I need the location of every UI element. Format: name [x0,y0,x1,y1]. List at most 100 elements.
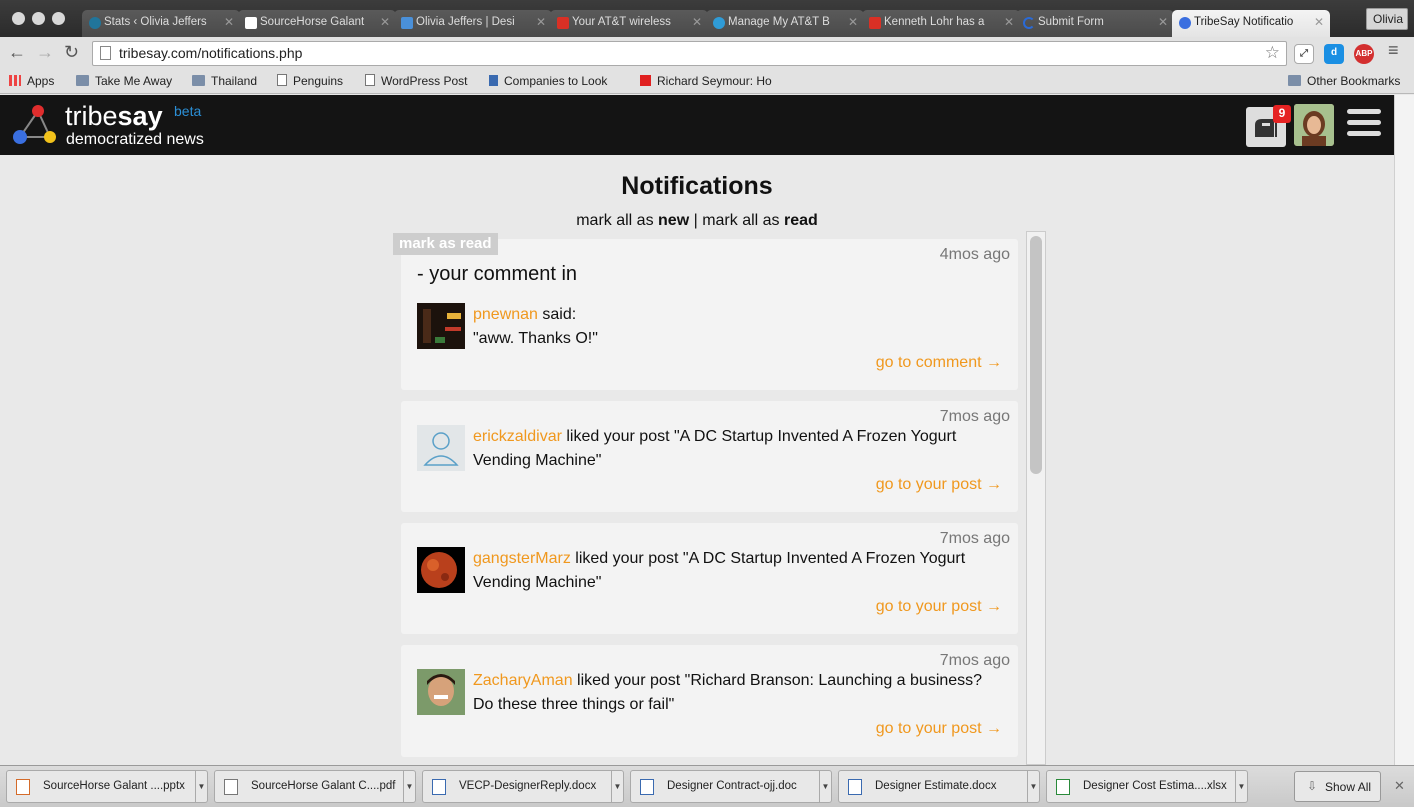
forward-icon[interactable]: → [36,42,54,63]
browser-tab[interactable]: SourceHorse Galant ✕ [238,10,396,37]
bookmark-item[interactable]: WordPress Post [365,74,467,88]
show-all-downloads-button[interactable]: ⇩ Show All [1294,771,1381,802]
download-item[interactable]: SourceHorse Galant C....pdf ▼ [214,770,416,803]
att-icon [713,17,725,29]
folder-icon [1288,75,1301,86]
close-tab-icon[interactable]: ✕ [224,15,234,29]
notifications-scrollbar[interactable] [1026,231,1046,765]
bookmark-label: Other Bookmarks [1307,74,1401,88]
bookmark-label: Companies to Look [504,74,608,88]
user-thumbnail[interactable] [417,669,465,715]
user-thumbnail[interactable] [417,303,465,349]
close-tab-icon[interactable]: ✕ [692,15,702,29]
username-link[interactable]: gangsterMarz [473,550,571,567]
tab-label: Manage My AT&T B [728,16,830,28]
browser-tab[interactable]: Your AT&T wireless ✕ [550,10,708,37]
browser-tab[interactable]: Stats ‹ Olivia Jeffers ✕ [82,10,240,37]
brand-part: tribe [65,101,118,131]
browser-tab-active[interactable]: TribeSay Notificatio ✕ [1172,10,1330,37]
chevron-down-icon[interactable]: ▼ [611,771,623,802]
bookmark-star-icon[interactable]: ☆ [1265,43,1280,63]
chevron-down-icon[interactable]: ▼ [1235,771,1247,802]
page-scrollbar[interactable] [1394,95,1414,765]
tab-label: Stats ‹ Olivia Jeffers [104,16,207,28]
zoom-window-button[interactable] [52,12,65,25]
link-keyword: new [658,212,690,229]
address-bar[interactable]: tribesay.com/notifications.php ☆ [92,41,1287,66]
chevron-down-icon[interactable]: ▼ [819,771,831,802]
notification-badge: 9 [1273,105,1291,123]
brand-name[interactable]: tribesay [65,101,163,132]
close-tab-icon[interactable]: ✕ [848,15,858,29]
mark-all-read-link[interactable]: mark all as read [702,212,818,229]
adblock-icon[interactable]: ABP [1354,44,1374,64]
d-extension-icon[interactable]: d [1324,44,1344,64]
download-shelf: SourceHorse Galant ....pptx ▼ SourceHors… [0,765,1414,807]
close-tab-icon[interactable]: ✕ [536,15,546,29]
user-avatar[interactable] [1294,104,1334,146]
bookmark-label: Thailand [211,74,258,88]
bookmark-item[interactable]: Companies to Look [489,74,607,88]
apps-grid-icon [9,75,21,86]
tab-label: Submit Form [1038,16,1104,28]
grid-icon [401,17,413,29]
go-to-post-link[interactable]: go to your post → [876,720,1002,738]
other-bookmarks[interactable]: Other Bookmarks [1288,74,1400,88]
download-filename: Designer Cost Estima....xlsx [1083,780,1227,792]
separator: | [689,212,703,229]
chevron-down-icon[interactable]: ▼ [1027,771,1039,802]
bookmark-apps[interactable]: Apps [9,74,54,88]
username-link[interactable]: erickzaldivar [473,428,562,445]
tribesay-logo[interactable] [10,103,58,149]
mark-all-new-link[interactable]: mark all as new [576,212,689,229]
chrome-menu-icon[interactable]: ≡ [1388,40,1399,61]
download-item[interactable]: Designer Cost Estima....xlsx ▼ [1046,770,1248,803]
user-thumbnail[interactable] [417,547,465,593]
go-to-post-link[interactable]: go to your post → [876,598,1002,616]
username-link[interactable]: ZacharyAman [473,672,573,689]
reload-icon[interactable]: ↻ [64,42,79,63]
download-filename: VECP-DesignerReply.docx [459,780,597,792]
mark-all-links: mark all as new | mark all as read [401,212,993,230]
notification-card: 7mos ago gangsterMarz liked your post "A… [401,523,1018,634]
close-tab-icon[interactable]: ✕ [1314,15,1324,29]
go-to-post-link[interactable]: go to your post → [876,476,1002,494]
username-link[interactable]: pnewnan [473,306,538,323]
timestamp: 7mos ago [939,408,1010,425]
close-window-button[interactable] [12,12,25,25]
pdf-file-icon [224,779,238,795]
default-avatar-icon[interactable] [417,425,465,471]
download-item[interactable]: Designer Estimate.docx ▼ [838,770,1040,803]
browser-tab[interactable]: Kenneth Lohr has a ✕ [862,10,1020,37]
notification-body: erickzaldivar liked your post "A DC Star… [473,425,993,473]
t-logo-icon [640,75,651,86]
browser-tab[interactable]: Olivia Jeffers | Desi ✕ [394,10,552,37]
chevron-down-icon[interactable]: ▼ [195,771,207,802]
site-header: tribesay beta democratized news 9 [0,95,1394,155]
close-tab-icon[interactable]: ✕ [1158,15,1168,29]
download-item[interactable]: SourceHorse Galant ....pptx ▼ [6,770,208,803]
close-icon[interactable]: ✕ [1394,778,1405,794]
back-icon[interactable]: ← [8,42,26,63]
mark-as-read-button[interactable]: mark as read [393,233,498,255]
xlsx-file-icon [1056,779,1070,795]
bookmark-item[interactable]: Penguins [277,74,343,88]
extension-icon[interactable]: ⤢ [1294,44,1314,64]
browser-tab[interactable]: Manage My AT&T B ✕ [706,10,864,37]
close-tab-icon[interactable]: ✕ [380,15,390,29]
close-tab-icon[interactable]: ✕ [1004,15,1014,29]
download-item[interactable]: Designer Contract-ojj.doc ▼ [630,770,832,803]
scrollbar-thumb[interactable] [1030,236,1042,474]
hamburger-menu-icon[interactable] [1347,109,1381,141]
bookmark-item[interactable]: Richard Seymour: Ho [640,74,772,88]
bookmark-folder[interactable]: Thailand [192,74,257,88]
profile-button[interactable]: Olivia [1366,8,1408,30]
link-keyword: read [783,212,818,229]
chevron-down-icon[interactable]: ▼ [403,771,415,802]
minimize-window-button[interactable] [32,12,45,25]
timestamp: 4mos ago [939,246,1010,263]
bookmark-folder[interactable]: Take Me Away [76,74,172,88]
go-to-comment-link[interactable]: go to comment → [876,354,1002,372]
download-item[interactable]: VECP-DesignerReply.docx ▼ [422,770,624,803]
browser-tab[interactable]: Submit Form ✕ [1016,10,1174,37]
